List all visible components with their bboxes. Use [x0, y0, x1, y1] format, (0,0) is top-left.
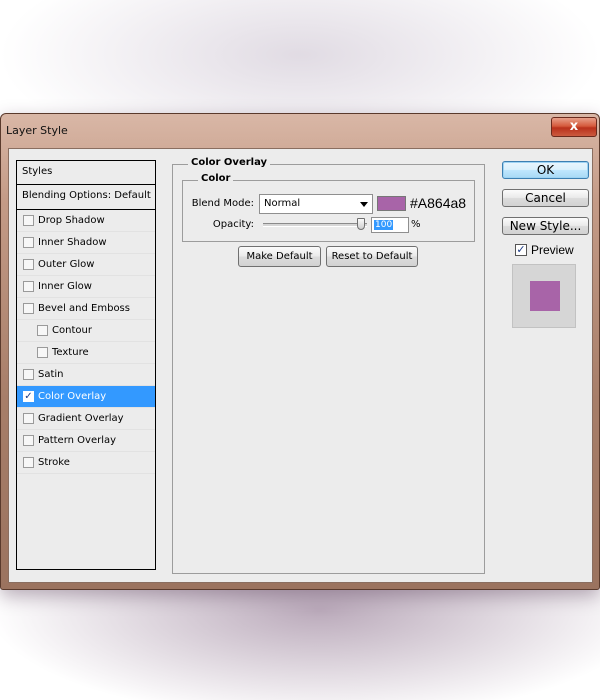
preview-box [512, 264, 576, 328]
style-item-inner-glow[interactable]: Inner Glow [17, 276, 155, 298]
styles-header[interactable]: Styles [17, 161, 155, 185]
style-item-texture[interactable]: Texture [17, 342, 155, 364]
cancel-button[interactable]: Cancel [502, 189, 589, 207]
style-item-label: Contour [52, 325, 92, 336]
blend-mode-value: Normal [264, 198, 301, 209]
style-item-label: Satin [38, 369, 64, 380]
style-checkbox[interactable] [23, 259, 34, 270]
preview-color-swatch [530, 281, 560, 311]
title-bar[interactable]: Layer Style x [1, 114, 599, 146]
blending-options-item[interactable]: Blending Options: Default [17, 185, 155, 210]
style-item-pattern-overlay[interactable]: Pattern Overlay [17, 430, 155, 452]
style-checkbox[interactable] [37, 347, 48, 358]
opacity-slider-thumb[interactable] [357, 218, 365, 230]
preview-checkbox[interactable]: ✓ [515, 244, 527, 256]
close-button[interactable]: x [551, 117, 597, 137]
style-item-inner-shadow[interactable]: Inner Shadow [17, 232, 155, 254]
reset-to-default-button[interactable]: Reset to Default [326, 246, 418, 267]
style-item-label: Stroke [38, 457, 70, 468]
layer-style-dialog: Layer Style x Styles Blending Options: D… [0, 113, 600, 590]
style-item-label: Outer Glow [38, 259, 95, 270]
ok-button[interactable]: OK [502, 161, 589, 179]
opacity-unit: % [411, 219, 421, 230]
opacity-label: Opacity: [212, 219, 254, 230]
overlay-color-swatch[interactable] [377, 196, 406, 211]
preview-label: Preview [531, 243, 574, 257]
opacity-slider-track[interactable] [263, 223, 367, 227]
check-icon: ✓ [516, 243, 526, 256]
style-item-label: Pattern Overlay [38, 435, 117, 446]
style-item-label: Color Overlay [38, 391, 107, 402]
style-checkbox[interactable] [23, 281, 34, 292]
style-item-label: Bevel and Emboss [38, 303, 130, 314]
subgroup-title: Color [198, 173, 234, 184]
style-item-stroke[interactable]: Stroke [17, 452, 155, 474]
style-item-label: Inner Shadow [38, 237, 107, 248]
blend-mode-label: Blend Mode: [191, 198, 254, 209]
style-checkbox[interactable] [23, 435, 34, 446]
style-checkbox[interactable] [23, 413, 34, 424]
opacity-value: 100 [374, 220, 394, 230]
style-item-drop-shadow[interactable]: Drop Shadow [17, 210, 155, 232]
style-item-bevel-and-emboss[interactable]: Bevel and Emboss [17, 298, 155, 320]
style-item-label: Inner Glow [38, 281, 92, 292]
color-hex-label: #A864a8 [410, 195, 467, 211]
style-checkbox[interactable]: ✓ [23, 391, 34, 402]
style-item-outer-glow[interactable]: Outer Glow [17, 254, 155, 276]
dialog-body: Styles Blending Options: Default Drop Sh… [8, 148, 593, 583]
make-default-button[interactable]: Make Default [238, 246, 321, 267]
style-item-label: Gradient Overlay [38, 413, 124, 424]
new-style-button[interactable]: New Style... [502, 217, 589, 235]
style-item-label: Texture [52, 347, 89, 358]
style-checkbox[interactable] [23, 457, 34, 468]
style-item-label: Drop Shadow [38, 215, 105, 226]
style-item-contour[interactable]: Contour [17, 320, 155, 342]
style-checkbox[interactable] [37, 325, 48, 336]
dropdown-arrow-icon [360, 202, 368, 207]
styles-list: Styles Blending Options: Default Drop Sh… [16, 160, 156, 570]
style-item-color-overlay[interactable]: ✓ Color Overlay [17, 386, 155, 408]
group-title: Color Overlay [188, 157, 271, 168]
style-checkbox[interactable] [23, 237, 34, 248]
style-item-satin[interactable]: Satin [17, 364, 155, 386]
style-checkbox[interactable] [23, 369, 34, 380]
style-checkbox[interactable] [23, 303, 34, 314]
style-checkbox[interactable] [23, 215, 34, 226]
blend-mode-select[interactable]: Normal [259, 194, 373, 214]
dialog-title: Layer Style [6, 124, 68, 137]
opacity-input[interactable]: 100 [371, 217, 409, 233]
style-item-gradient-overlay[interactable]: Gradient Overlay [17, 408, 155, 430]
